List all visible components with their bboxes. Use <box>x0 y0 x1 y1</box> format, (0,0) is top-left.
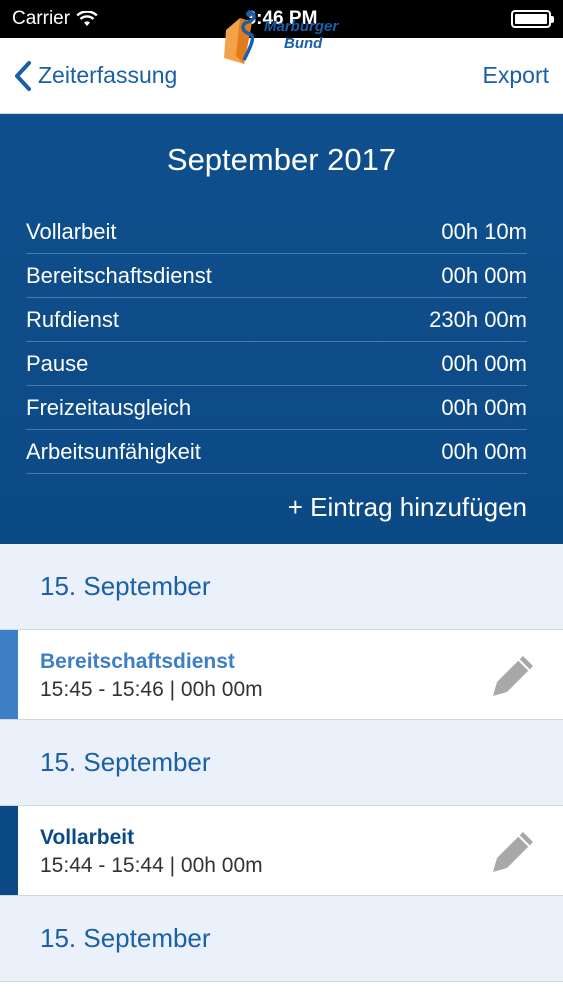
summary-label: Arbeitsunfähigkeit <box>26 438 201 464</box>
summary-label: Pause <box>26 350 89 376</box>
marburger-bund-logo: Marburger Bund <box>222 8 342 68</box>
logo-text: Marburger Bund <box>264 18 339 52</box>
summary-row: Arbeitsunfähigkeit 00h 00m <box>26 430 527 474</box>
date-header: 15. September <box>0 896 563 982</box>
export-button[interactable]: Export <box>483 62 549 89</box>
date-header: 15. September <box>0 720 563 806</box>
battery-icon <box>511 10 554 28</box>
summary-row: Freizeitausgleich 00h 00m <box>26 386 527 430</box>
summary-label: Bereitschaftsdienst <box>26 262 212 288</box>
month-title: September 2017 <box>166 142 397 177</box>
summary-value: 00h 00m <box>441 262 527 288</box>
entry-title: Vollarbeit <box>40 826 135 849</box>
summary-value: 00h 00m <box>441 350 527 376</box>
summary-label: Vollarbeit <box>26 218 117 244</box>
entry-time: 15:44 - 15:44 | 00h 00m <box>40 854 263 877</box>
pencil-icon[interactable] <box>491 828 537 874</box>
entry-color-bar <box>0 630 18 719</box>
summary-label: Rufdienst <box>26 306 119 332</box>
date-label: 15. September <box>40 571 211 601</box>
list-item[interactable]: Vollarbeit 15:44 - 15:44 | 00h 00m <box>0 806 563 896</box>
summary-label: Freizeitausgleich <box>26 394 192 420</box>
date-label: 15. September <box>40 923 211 953</box>
entry-time: 15:45 - 15:46 | 00h 00m <box>40 678 263 701</box>
status-left: Carrier <box>12 8 98 30</box>
wifi-icon <box>76 11 98 26</box>
entries-list: 15. September Bereitschaftsdienst 15:45 … <box>0 544 563 982</box>
back-label: Zeiterfassung <box>38 62 178 88</box>
summary-row: Pause 00h 00m <box>26 342 527 386</box>
summary-value: 00h 10m <box>441 218 527 244</box>
summary-value: 00h 00m <box>441 438 527 464</box>
entry-title: Bereitschaftsdienst <box>40 650 235 673</box>
date-label: 15. September <box>40 747 211 777</box>
summary-row: Bereitschaftsdienst 00h 00m <box>26 254 527 298</box>
summary-row: Vollarbeit 00h 10m <box>26 210 527 254</box>
chevron-left-icon <box>15 60 31 91</box>
list-item[interactable]: Bereitschaftsdienst 15:45 - 15:46 | 00h … <box>0 630 563 720</box>
back-button[interactable]: Zeiterfassung <box>14 60 177 92</box>
summary-value: 230h 00m <box>429 306 527 332</box>
entry-color-bar <box>0 806 18 895</box>
add-entry-button[interactable]: + Eintrag hinzufügen <box>288 492 527 523</box>
summary-row: Rufdienst 230h 00m <box>26 298 527 342</box>
summary-list: Vollarbeit 00h 10m Bereitschaftsdienst 0… <box>26 210 527 474</box>
date-header: 15. September <box>0 544 563 630</box>
pencil-icon[interactable] <box>491 652 537 698</box>
carrier-label: Carrier <box>12 8 71 29</box>
month-summary: September 2017 Vollarbeit 00h 10m Bereit… <box>0 114 563 544</box>
summary-value: 00h 00m <box>441 394 527 420</box>
